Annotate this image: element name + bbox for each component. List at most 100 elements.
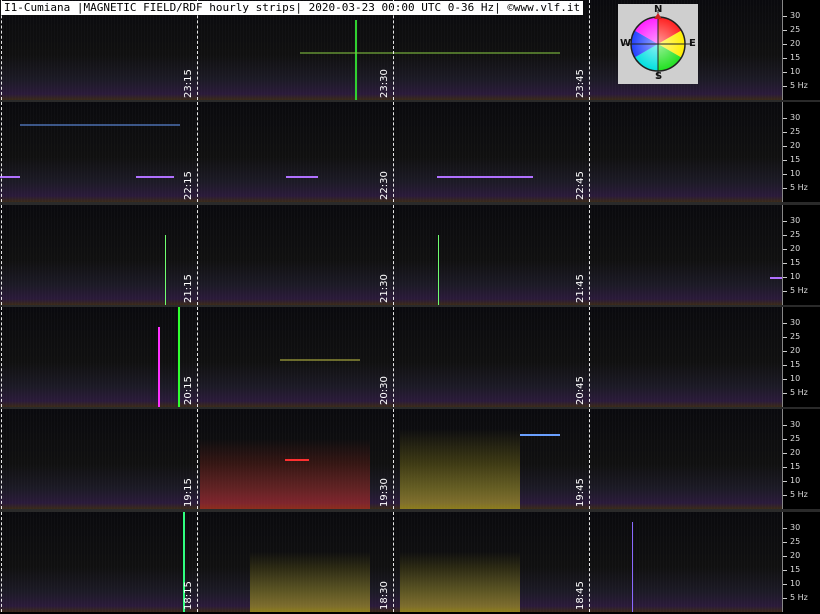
quarter-hour-divider xyxy=(197,205,198,305)
scale-tick xyxy=(783,30,787,31)
hourly-strip: 21:15 21:30 21:45 30 25 20 15 10 5 Hz xyxy=(0,205,820,305)
scale-tick xyxy=(783,86,787,87)
scale-tick-label: 25 xyxy=(790,332,801,341)
scale-tick-label: 25 xyxy=(790,25,801,34)
scale-tick-label: 5 Hz xyxy=(790,593,808,602)
scale-tick-label: 15 xyxy=(790,360,801,369)
scale-tick xyxy=(783,174,787,175)
hour-start-divider xyxy=(1,0,2,100)
scale-tick-label: 15 xyxy=(790,53,801,62)
carrier-trace xyxy=(437,176,533,178)
scale-tick xyxy=(783,146,787,147)
time-label-text: 22:45 xyxy=(575,171,586,200)
scale-tick xyxy=(783,132,787,133)
scale-tick-label: 25 xyxy=(790,434,801,443)
hour-start-divider xyxy=(1,102,2,202)
time-label-text: 21:30 xyxy=(379,274,390,303)
scale-tick-label: 20 xyxy=(790,39,801,48)
quarter-hour-divider xyxy=(589,307,590,407)
hourly-strip: 20:15 20:30 20:45 30 25 20 15 10 5 Hz xyxy=(0,307,820,407)
carrier-trace xyxy=(286,176,318,178)
quarter-hour-divider xyxy=(393,409,394,509)
scale-tick-label: 30 xyxy=(790,523,801,532)
time-label-text: 19:30 xyxy=(379,478,390,507)
scale-tick xyxy=(783,584,787,585)
chart-title: I1-Cumiana |MAGNETIC FIELD/RDF hourly st… xyxy=(4,1,581,14)
time-label-text: 18:15 xyxy=(183,581,194,610)
scale-tick-label: 30 xyxy=(790,11,801,20)
scale-tick-label: 30 xyxy=(790,318,801,327)
spectrogram-area xyxy=(0,102,782,202)
time-label-text: 20:30 xyxy=(379,376,390,405)
scale-tick xyxy=(783,570,787,571)
time-label-text: 20:45 xyxy=(575,376,586,405)
scale-tick-label: 20 xyxy=(790,244,801,253)
scale-tick xyxy=(783,44,787,45)
scale-tick xyxy=(783,379,787,380)
scale-tick-label: 10 xyxy=(790,169,801,178)
carrier-trace xyxy=(280,359,360,361)
scale-tick xyxy=(783,542,787,543)
time-label-text: 18:45 xyxy=(575,581,586,610)
quarter-hour-divider xyxy=(589,102,590,202)
frequency-scale: 30 25 20 15 10 5 Hz xyxy=(782,512,820,612)
time-label-text: 23:30 xyxy=(379,69,390,98)
noise-burst xyxy=(200,439,370,509)
scale-tick-label: 15 xyxy=(790,462,801,471)
scale-tick xyxy=(783,337,787,338)
spectrogram-area xyxy=(0,512,782,612)
time-label-text: 23:45 xyxy=(575,69,586,98)
time-label: 20:30 xyxy=(379,365,391,405)
time-label: 21:30 xyxy=(379,263,391,303)
scale-tick xyxy=(783,351,787,352)
compass-west-label: W xyxy=(620,38,632,49)
scale-tick-label: 20 xyxy=(790,346,801,355)
hour-start-divider xyxy=(1,512,2,612)
scale-tick xyxy=(783,291,787,292)
time-label: 18:15 xyxy=(183,570,195,610)
carrier-trace xyxy=(770,277,782,279)
quarter-hour-divider xyxy=(393,0,394,100)
scale-tick xyxy=(783,277,787,278)
spectrogram-area xyxy=(0,409,782,509)
quarter-hour-divider xyxy=(589,205,590,305)
scale-tick xyxy=(783,221,787,222)
carrier-trace xyxy=(0,176,20,178)
compass-east-label: E xyxy=(689,38,696,49)
quarter-hour-divider xyxy=(393,205,394,305)
scale-tick xyxy=(783,481,787,482)
scale-tick xyxy=(783,160,787,161)
time-label: 19:30 xyxy=(379,467,391,507)
scale-tick xyxy=(783,118,787,119)
scale-tick-label: 10 xyxy=(790,67,801,76)
scale-tick-label: 5 Hz xyxy=(790,490,808,499)
time-label: 22:45 xyxy=(575,160,587,200)
hourly-strip: 19:15 19:30 19:45 30 25 20 15 10 5 Hz xyxy=(0,409,820,509)
frequency-scale: 30 25 20 15 10 5 Hz xyxy=(782,0,820,100)
compass-south-label: S xyxy=(655,71,663,82)
spectrogram-area xyxy=(0,205,782,305)
scale-tick-label: 15 xyxy=(790,565,801,574)
carrier-trace xyxy=(285,459,309,461)
noise-burst xyxy=(400,552,520,612)
time-label: 22:15 xyxy=(183,160,195,200)
scale-tick xyxy=(783,323,787,324)
time-label: 23:45 xyxy=(575,58,587,98)
signal-spike xyxy=(438,235,439,305)
chart-title-banner: I1-Cumiana |MAGNETIC FIELD/RDF hourly st… xyxy=(1,1,584,15)
scale-tick xyxy=(783,365,787,366)
quarter-hour-divider xyxy=(393,512,394,612)
spectrogram-area xyxy=(0,307,782,407)
signal-spike xyxy=(158,327,160,407)
time-label-text: 19:45 xyxy=(575,478,586,507)
time-label: 21:15 xyxy=(183,263,195,303)
scale-tick xyxy=(783,188,787,189)
scale-tick-label: 10 xyxy=(790,374,801,383)
noise-burst xyxy=(400,429,520,509)
quarter-hour-divider xyxy=(197,512,198,612)
scale-tick-label: 15 xyxy=(790,155,801,164)
time-label: 21:45 xyxy=(575,263,587,303)
signal-spike xyxy=(165,235,166,305)
quarter-hour-divider xyxy=(197,307,198,407)
scale-tick-label: 20 xyxy=(790,551,801,560)
